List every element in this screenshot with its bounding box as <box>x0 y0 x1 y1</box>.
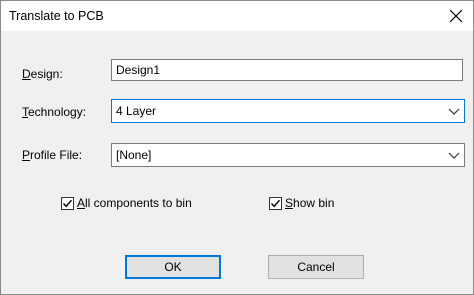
technology-value: 4 Layer <box>116 104 157 118</box>
design-value: Design1 <box>116 63 161 77</box>
all-components-to-bin-label: All components to bin <box>77 196 192 210</box>
checkbox-box[interactable] <box>269 196 282 210</box>
technology-label: Technology: <box>22 105 87 119</box>
design-label: Design: <box>22 67 63 81</box>
cancel-button[interactable]: Cancel <box>268 255 364 279</box>
close-button[interactable] <box>439 1 473 31</box>
close-icon <box>449 9 463 23</box>
show-bin-label: Show bin <box>285 196 335 210</box>
profile-file-value: [None] <box>116 148 152 162</box>
ok-button[interactable]: OK <box>125 255 221 279</box>
chevron-down-icon <box>448 108 460 115</box>
design-field[interactable]: Design1 <box>111 59 463 81</box>
profile-file-label: Profile File: <box>22 148 83 162</box>
technology-dropdown[interactable]: 4 Layer <box>111 99 465 123</box>
all-components-to-bin-checkbox[interactable]: All components to bin <box>61 196 192 210</box>
cancel-button-label: Cancel <box>297 260 335 274</box>
profile-file-dropdown[interactable]: [None] <box>111 143 465 167</box>
ok-button-label: OK <box>164 260 182 274</box>
dialog-title: Translate to PCB <box>9 9 104 23</box>
chevron-down-icon <box>448 152 460 159</box>
translate-to-pcb-dialog: Translate to PCB Design: Design1 Technol… <box>0 0 474 295</box>
checkmark-icon <box>62 199 73 207</box>
title-bar: Translate to PCB <box>1 1 473 31</box>
checkmark-icon <box>270 199 281 207</box>
show-bin-checkbox[interactable]: Show bin <box>269 196 334 210</box>
checkbox-box[interactable] <box>61 196 74 210</box>
